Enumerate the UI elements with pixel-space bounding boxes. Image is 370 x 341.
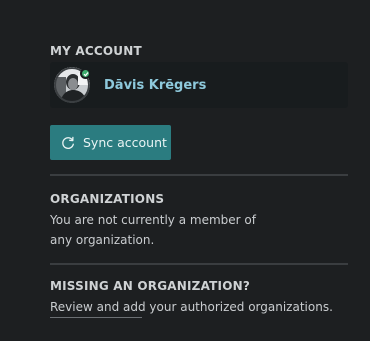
- sync-account-button[interactable]: Sync account: [50, 125, 171, 160]
- organizations-message-line-1: You are not currently a member of: [50, 213, 256, 227]
- sync-account-label: Sync account: [83, 135, 167, 150]
- missing-organization-heading: MISSING AN ORGANIZATION?: [50, 279, 250, 293]
- link-underline: [50, 317, 142, 318]
- account-card[interactable]: Dāvis Krēgers: [50, 62, 348, 108]
- my-account-heading: MY ACCOUNT: [50, 44, 142, 58]
- online-status-icon: [80, 68, 91, 79]
- organizations-heading: ORGANIZATIONS: [50, 192, 165, 206]
- section-divider: [50, 263, 348, 265]
- user-name[interactable]: Dāvis Krēgers: [104, 78, 206, 93]
- sync-icon: [60, 135, 76, 151]
- organizations-message: You are not currently a member of any or…: [50, 210, 280, 250]
- section-divider: [50, 174, 348, 176]
- review-organizations-link[interactable]: Review and add your authorized organizat…: [50, 297, 333, 317]
- organizations-message-line-2: any organization.: [50, 233, 155, 247]
- avatar-wrapper: [54, 67, 91, 103]
